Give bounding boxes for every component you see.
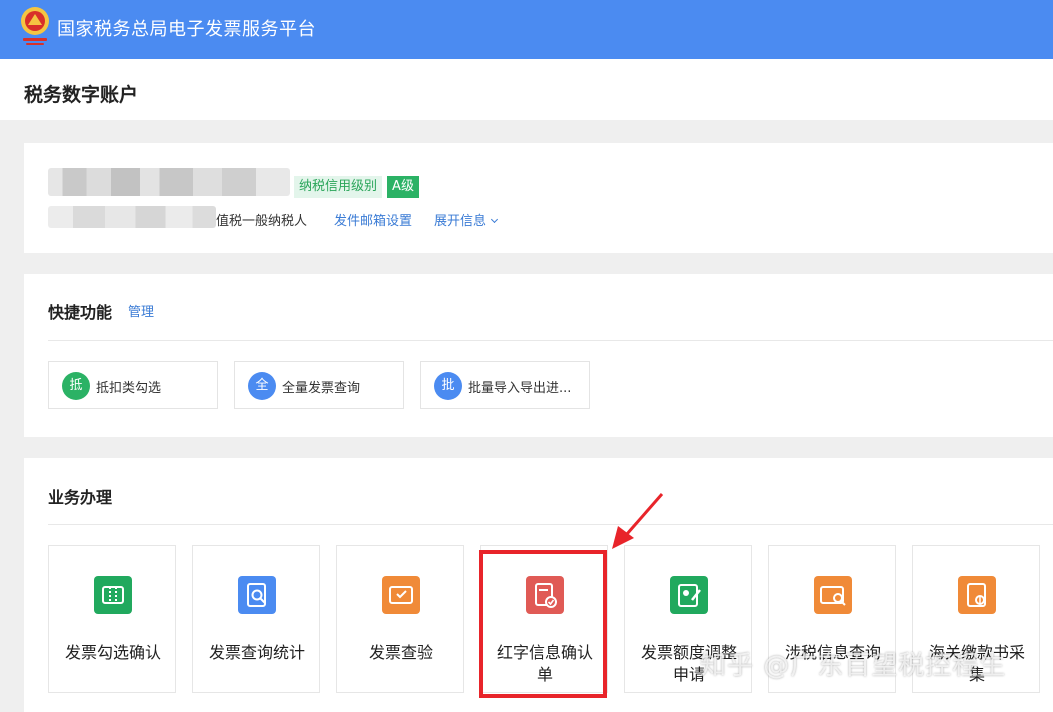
annotation-highlight-box: [479, 550, 607, 698]
invoice-check-icon: [94, 576, 132, 614]
expand-info-label: 展开信息: [434, 214, 487, 229]
quick-item-label: 全量发票查询: [282, 381, 361, 396]
tax-emblem-icon: [21, 7, 49, 45]
redacted-company-name: [48, 168, 290, 196]
invoice-verify-icon: [382, 576, 420, 614]
quick-item-label: 抵扣类勾选: [96, 381, 162, 396]
batch-badge-icon: 批: [434, 372, 462, 400]
quota-adjust-icon: [670, 576, 708, 614]
tile-label: 发票查询统计: [208, 643, 305, 662]
customs-payment-icon: [958, 576, 996, 614]
quick-deduction-select-button[interactable]: 抵 抵扣类勾选: [48, 361, 218, 409]
quick-batch-import-export-button[interactable]: 批 批量导入导出进...: [420, 361, 590, 409]
quick-full-invoice-query-button[interactable]: 全 全量发票查询: [234, 361, 404, 409]
tile-invoice-verify[interactable]: 发票查验: [336, 545, 464, 693]
watermark-text: 知乎 @广东百望税控程生: [700, 651, 1007, 681]
tile-label: 发票查验: [368, 643, 433, 662]
account-card: [24, 143, 1053, 253]
tax-info-search-icon: [814, 576, 852, 614]
redacted-tax-id: [48, 206, 216, 228]
divider: [48, 524, 1053, 525]
page-title: 税务数字账户: [24, 84, 139, 106]
credit-grade-badge: A级: [387, 176, 419, 198]
platform-title: 国家税务总局电子发票服务平台: [57, 19, 316, 40]
deduction-badge-icon: 抵: [62, 372, 90, 400]
taxpayer-type: 值税一般纳税人: [216, 214, 308, 229]
expand-info-link[interactable]: 展开信息: [434, 210, 499, 229]
divider: [48, 340, 1053, 341]
tile-label: 发票勾选确认: [64, 643, 161, 662]
business-title: 业务办理: [48, 488, 113, 507]
invoice-search-icon: [238, 576, 276, 614]
chevron-down-icon: [490, 215, 499, 224]
quick-functions-card: [24, 274, 1053, 437]
full-query-badge-icon: 全: [248, 372, 276, 400]
quick-functions-title: 快捷功能: [48, 303, 113, 322]
credit-level-label: 纳税信用级别: [294, 176, 383, 198]
quick-item-label: 批量导入导出进...: [468, 381, 572, 396]
email-settings-link[interactable]: 发件邮箱设置: [334, 210, 412, 229]
tile-invoice-check-confirm[interactable]: 发票勾选确认: [48, 545, 176, 693]
page-header: [0, 59, 1053, 120]
tile-invoice-query-stats[interactable]: 发票查询统计: [192, 545, 320, 693]
manage-link[interactable]: 管理: [128, 301, 154, 320]
